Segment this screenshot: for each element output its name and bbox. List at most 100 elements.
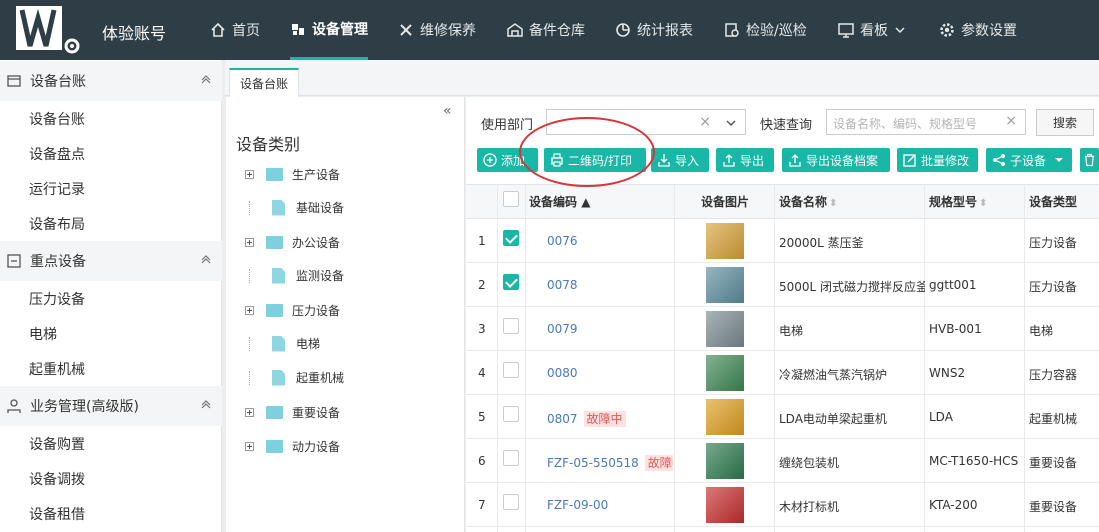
tab-equipment-ledger[interactable]: 设备台账 xyxy=(229,68,299,97)
collapse-panel-icon[interactable]: « xyxy=(443,103,452,119)
delete-button[interactable] xyxy=(1080,148,1099,172)
quick-search-placeholder: 设备名称、编码、规格型号 xyxy=(833,117,978,131)
equipment-thumbnail[interactable] xyxy=(706,267,744,303)
select-all-checkbox[interactable] xyxy=(503,191,519,207)
sort-icon[interactable]: ⬍ xyxy=(829,198,837,209)
equipment-thumbnail[interactable] xyxy=(706,487,744,523)
row-checkbox[interactable] xyxy=(503,362,519,378)
clear-icon[interactable]: × xyxy=(699,114,711,130)
nav-maintenance[interactable]: 维修保养 xyxy=(398,0,476,60)
import-button[interactable]: 导入 xyxy=(651,148,709,172)
tree-node[interactable]: 生产设备 xyxy=(245,166,340,183)
nav-equipment[interactable]: 设备管理 xyxy=(290,0,368,60)
clear-icon[interactable]: × xyxy=(1005,113,1017,129)
equipment-type: 重要设备 xyxy=(1029,500,1078,514)
folder-icon xyxy=(266,440,283,453)
batch-edit-button[interactable]: 批量修改 xyxy=(897,148,978,172)
nav-settings[interactable]: 参数设置 xyxy=(939,0,1017,60)
sidebar-section-ledger[interactable]: 设备台账 xyxy=(0,61,222,101)
quick-search-input[interactable]: 设备名称、编码、规格型号 × xyxy=(826,109,1026,135)
tree-node[interactable]: 基础设备 xyxy=(245,199,344,216)
row-code-cell: 0078 xyxy=(547,278,673,292)
row-checkbox[interactable] xyxy=(503,494,519,510)
sidebar-item-elevator[interactable]: 电梯 xyxy=(29,324,57,344)
row-code-cell: FZF-05-550518 故障中 xyxy=(547,454,673,471)
equipment-thumbnail[interactable] xyxy=(706,399,744,435)
equipment-thumbnail[interactable] xyxy=(706,355,744,391)
export-button-label: 导出 xyxy=(740,153,765,168)
tree-node-label: 生产设备 xyxy=(292,168,341,182)
chevron-down-icon xyxy=(895,27,905,34)
plus-circle-icon xyxy=(483,153,497,167)
nav-reports[interactable]: 统计报表 xyxy=(615,0,693,60)
equipment-thumbnail[interactable] xyxy=(706,223,744,259)
tree-node[interactable]: 重要设备 xyxy=(245,404,340,421)
account-name[interactable]: 体验账号 xyxy=(102,20,166,44)
nav-dashboard-label: 看板 xyxy=(860,23,888,39)
row-checkbox[interactable] xyxy=(503,450,519,466)
row-checkbox[interactable] xyxy=(503,274,519,290)
expand-icon[interactable] xyxy=(245,306,254,315)
sidebar-item-layout[interactable]: 设备布局 xyxy=(29,214,85,234)
equipment-code-link[interactable]: 0807 xyxy=(547,412,578,426)
sidebar-item-crane[interactable]: 起重机械 xyxy=(29,359,85,379)
sidebar-item-ledger[interactable]: 设备台账 xyxy=(29,109,85,129)
tree-node[interactable]: 办公设备 xyxy=(245,234,340,251)
tree-node[interactable]: 压力设备 xyxy=(245,302,340,319)
nav-home[interactable]: 首页 xyxy=(210,0,260,60)
expand-icon[interactable] xyxy=(245,170,254,179)
tree-node[interactable]: 电梯 xyxy=(245,335,320,352)
export-button[interactable]: 导出 xyxy=(716,148,774,172)
row-number: 2 xyxy=(478,278,486,292)
inspection-icon xyxy=(725,23,739,37)
home-icon xyxy=(211,22,225,37)
sidebar-item-transfer[interactable]: 设备调拨 xyxy=(29,469,85,489)
search-button[interactable]: 搜索 xyxy=(1036,109,1094,136)
header-code[interactable]: 设备编码 ▲ xyxy=(529,193,590,210)
tree-node[interactable]: 起重机械 xyxy=(245,369,344,386)
header-spec[interactable]: 规格型号 ⬍ xyxy=(929,193,987,210)
equipment-spec: KTA-200 xyxy=(929,498,978,512)
chevron-down-icon[interactable] xyxy=(725,117,737,129)
equipment-name: 5000L 闭式磁力搅拌反应釜 xyxy=(779,280,925,294)
nav-dashboard[interactable]: 看板 xyxy=(838,0,912,60)
equipment-code-link[interactable]: 0078 xyxy=(547,278,578,292)
nav-warehouse[interactable]: 备件仓库 xyxy=(507,0,585,60)
sidebar-item-rental[interactable]: 设备租借 xyxy=(29,504,85,524)
export-archive-button[interactable]: 导出设备档案 xyxy=(782,148,890,172)
sidebar-section-business[interactable]: 业务管理(高级版) xyxy=(0,386,222,426)
header-name[interactable]: 设备名称 ⬍ xyxy=(779,193,837,210)
expand-icon[interactable] xyxy=(245,408,254,417)
expand-icon[interactable] xyxy=(245,442,254,451)
row-checkbox[interactable] xyxy=(503,406,519,422)
row-checkbox[interactable] xyxy=(503,230,519,246)
sidebar-section-key-equipment[interactable]: 重点设备 xyxy=(0,241,222,281)
sidebar-item-purchase[interactable]: 设备购置 xyxy=(29,434,85,454)
tree-node[interactable]: 动力设备 xyxy=(245,438,340,455)
tree-node[interactable]: 监测设备 xyxy=(245,267,344,284)
sidebar-item-run-records[interactable]: 运行记录 xyxy=(29,179,85,199)
sub-device-button[interactable]: 子设备 xyxy=(986,148,1072,172)
row-number: 6 xyxy=(478,454,486,468)
chevron-up-icon xyxy=(201,75,211,84)
sub-device-button-label: 子设备 xyxy=(1010,153,1047,168)
equipment-code-link[interactable]: 0079 xyxy=(547,322,578,336)
nav-inspection[interactable]: 检验/巡检 xyxy=(724,0,807,60)
expand-icon[interactable] xyxy=(245,238,254,247)
equipment-thumbnail[interactable] xyxy=(706,443,744,479)
equipment-code-link[interactable]: FZF-05-550518 xyxy=(547,456,639,470)
sort-asc-icon[interactable]: ▲ xyxy=(581,195,590,209)
sidebar-item-inventory[interactable]: 设备盘点 xyxy=(29,144,85,164)
row-number: 4 xyxy=(478,366,486,380)
sort-icon[interactable]: ⬍ xyxy=(979,198,987,209)
row-checkbox[interactable] xyxy=(503,318,519,334)
tab-strip xyxy=(225,60,1099,96)
sidebar-item-pressure[interactable]: 压力设备 xyxy=(29,289,85,309)
equipment-code-link[interactable]: FZF-09-00 xyxy=(547,498,608,512)
dept-label: 使用部门 xyxy=(481,118,534,133)
equipment-code-link[interactable]: 0076 xyxy=(547,234,578,248)
equipment-thumbnail[interactable] xyxy=(706,311,744,347)
tree-node-label: 压力设备 xyxy=(292,304,341,318)
equipment-code-link[interactable]: 0080 xyxy=(547,366,578,380)
row-code-cell: 0080 xyxy=(547,366,673,380)
